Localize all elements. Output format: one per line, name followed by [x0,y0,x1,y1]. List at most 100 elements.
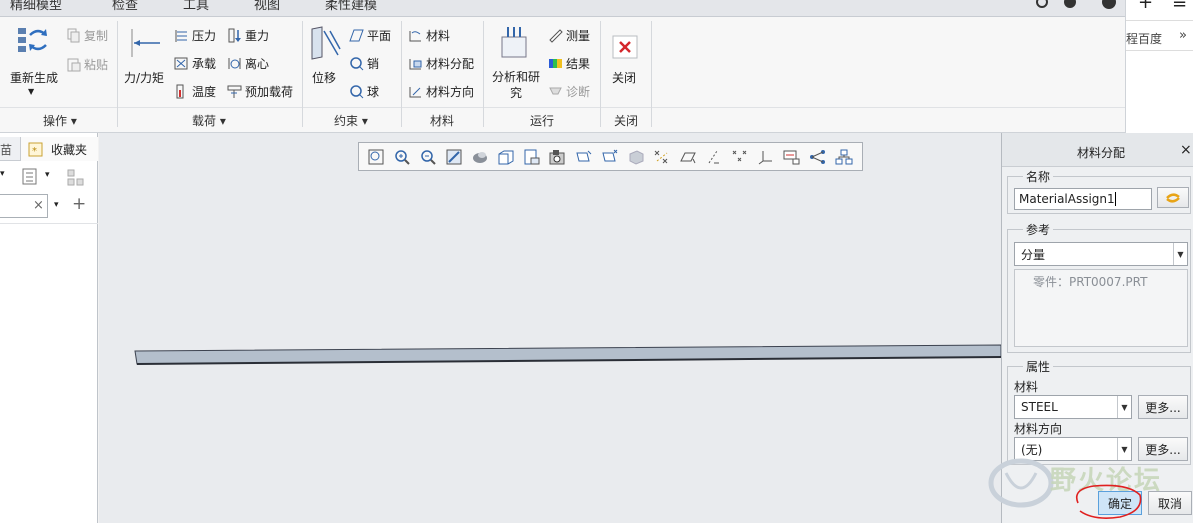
temperature-button[interactable]: 温度 [174,83,216,100]
diagnostics-button[interactable]: 诊断 [548,83,590,100]
orientation-label: 材料方向 [1014,422,1063,436]
results-button[interactable]: 结果 [548,55,590,72]
tree-settings-dropdown-icon[interactable]: ▾ [0,169,5,179]
perspective-icon[interactable] [547,147,569,167]
load-display-icon[interactable] [807,147,829,167]
material-assign-icon [409,59,422,70]
zoom-out-icon[interactable] [417,147,439,167]
datum-points-icon[interactable] [651,147,673,167]
regenerate-button[interactable]: 重新生成 [10,69,58,86]
material-button[interactable]: 材料 [408,27,450,44]
copy-button[interactable]: 复制 [66,27,108,44]
display-style-icon[interactable] [469,147,491,167]
close-button[interactable]: 关闭 [612,69,636,86]
close-x-icon[interactable] [612,35,638,62]
top-right-icons [1030,0,1125,12]
name-section-label: 名称 [1023,168,1054,185]
analyses-studies-button[interactable]: 分析和研究 [490,69,542,101]
dialog-title-bar: 材料分配 × [1002,133,1193,167]
tab-inspect[interactable]: 检查 [112,0,138,13]
watermark-logo [988,458,1054,508]
properties-section-label: 属性 [1023,358,1054,375]
analyses-studies-icon[interactable] [498,25,532,64]
name-action-button[interactable] [1157,187,1189,208]
material-orientation-button[interactable]: 材料方向 [408,83,474,100]
pressure-button[interactable]: 压力 [174,27,216,44]
search-dropdown-icon[interactable]: ▾ [54,200,59,210]
graphics-window[interactable] [99,133,1001,523]
material-orientation-icon [409,87,421,98]
reference-type-select[interactable]: 分量 ▼ [1014,242,1188,266]
dialog-close-icon[interactable]: × [1180,142,1192,158]
repaint-icon[interactable] [443,147,465,167]
group-label-operations[interactable]: 操作 ▾ [43,112,77,129]
expand-icon[interactable]: » [1179,28,1187,43]
paste-button[interactable]: 粘贴 [66,56,108,73]
force-moment-icon[interactable] [128,25,164,64]
datum-display-icon[interactable] [573,147,595,167]
tab-view[interactable]: 视图 [254,0,280,13]
tab-tools[interactable]: 工具 [183,0,209,13]
displacement-icon[interactable] [308,25,342,64]
shade-icon[interactable] [625,147,647,167]
tree-filter-icon[interactable] [22,168,38,185]
browser-label[interactable]: 程百度 [1126,30,1162,47]
name-input[interactable]: MaterialAssign1 [1014,188,1152,210]
material-assign-button[interactable]: 材料分配 [408,55,474,72]
beam-model[interactable] [99,133,1001,523]
cancel-button[interactable]: 取消 [1148,491,1192,515]
plus-icon[interactable]: + [1138,0,1153,13]
gravity-button[interactable]: 重力 [227,27,269,44]
orientation-more-button[interactable]: 更多... [1138,437,1188,461]
group-label-loads[interactable]: 载荷 ▾ [192,112,226,129]
view-manager-icon[interactable] [521,147,543,167]
point-display-icon[interactable] [729,147,751,167]
preload-icon [227,85,242,98]
gravity-icon [228,28,241,43]
reference-item[interactable]: 零件：PRT0007.PRT [1033,273,1147,290]
right-browser-strip: + ≡ 程百度 » [1125,0,1193,133]
datum-axes-icon[interactable] [703,147,725,167]
pressure-icon [175,30,187,42]
centrifugal-button[interactable]: 离心 [227,55,269,72]
reference-list[interactable]: 零件：PRT0007.PRT [1014,269,1188,347]
saved-views-icon[interactable] [495,147,517,167]
tab-refine-model[interactable]: 精细模型 [10,0,62,13]
ribbon: 重新生成 ▼ 复制 粘贴 操作 ▾ 力/力矩 压力 重力 承载 离心 温度 预加… [0,17,1125,133]
plane-button[interactable]: 平面 [349,27,391,44]
spin-center-icon[interactable] [599,147,621,167]
tab-favorites[interactable]: * 收藏夹 [20,137,98,161]
measures-button[interactable]: 测量 [548,27,590,44]
ruler-icon [549,29,563,43]
annotation-display-icon[interactable] [781,147,803,167]
group-label-constraints[interactable]: 约束 ▾ [334,112,368,129]
ribbon-tab-strip: 精细模型 检查 工具 视图 柔性建模 [0,0,1125,17]
tree-columns-icon[interactable] [66,168,88,188]
ball-button[interactable]: 球 [349,83,379,100]
force-moment-button[interactable]: 力/力矩 [124,69,164,86]
regenerate-dropdown-icon[interactable]: ▼ [28,87,34,96]
add-icon[interactable]: + [72,194,86,214]
refit-icon[interactable] [365,147,387,167]
csys-display-icon[interactable] [755,147,777,167]
material-select[interactable]: STEEL ▼ [1014,395,1132,419]
datum-planes-icon[interactable] [677,147,699,167]
displacement-button[interactable]: 位移 [312,69,336,86]
tree-search-input[interactable]: × [0,194,48,218]
bearing-button[interactable]: 承载 [174,55,216,72]
tab-flexible-modeling[interactable]: 柔性建模 [325,0,377,13]
regenerate-icon[interactable] [16,25,50,58]
pin-button[interactable]: 销 [349,55,379,72]
constraint-display-icon[interactable] [833,147,855,167]
tree-filter-dropdown-icon[interactable]: ▾ [45,170,50,180]
zoom-in-icon[interactable] [391,147,413,167]
paste-icon [67,58,81,72]
material-more-button[interactable]: 更多... [1138,395,1188,419]
chevron-down-icon: ▼ [1117,396,1131,418]
menu-icon[interactable]: ≡ [1172,0,1187,13]
pin-icon [350,57,364,71]
search-icon[interactable] [1030,0,1125,12]
tab-model-tree[interactable]: 苗 [0,141,12,158]
clear-icon[interactable]: × [33,198,44,213]
preload-button[interactable]: 预加载荷 [227,83,293,100]
